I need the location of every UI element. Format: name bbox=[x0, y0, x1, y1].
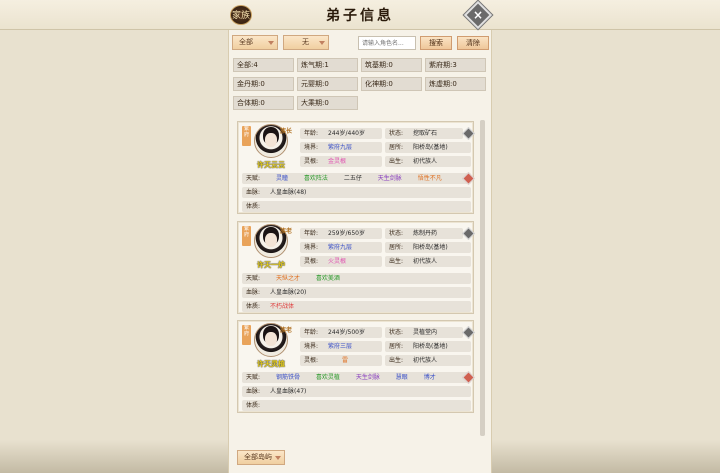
age-field: 年龄: 259岁/650岁 bbox=[300, 228, 382, 239]
status-field: 状态: 灵植堂内 bbox=[385, 327, 463, 338]
talent-item: 天生剑脉 bbox=[377, 175, 402, 182]
close-icon: × bbox=[472, 8, 484, 22]
dropdown-value: 全部岛屿 bbox=[244, 453, 272, 461]
stage-count-all[interactable]: 全部:4 bbox=[233, 58, 294, 72]
secondary-filter-dropdown[interactable]: 无 bbox=[283, 35, 329, 50]
talent-item: 悟性不凡 bbox=[417, 175, 442, 182]
residence-field: 居所: 阳桥岛(基地) bbox=[385, 242, 471, 253]
root-field: 灵根: 金灵根 bbox=[300, 156, 382, 167]
disciple-portrait: 紫府 族老 许天一炉 bbox=[240, 224, 298, 272]
talent-item: 天生剑脉 bbox=[355, 374, 380, 381]
bloodline-field: 血脉: 人皇血脉(48) bbox=[242, 187, 471, 198]
realm-field: 境界: 紫府九层 bbox=[300, 142, 382, 153]
chevron-down-icon bbox=[275, 456, 281, 460]
dropdown-value: 全部 bbox=[239, 38, 253, 46]
info-icon[interactable] bbox=[462, 127, 475, 140]
page-title: 弟子信息 bbox=[326, 8, 394, 24]
stage-count-fusion[interactable]: 合体期:0 bbox=[233, 96, 294, 110]
talent-item: 慧眼 bbox=[395, 374, 408, 381]
stage-count-mahayana[interactable]: 大乘期:0 bbox=[297, 96, 358, 110]
status-field: 状态: 炼制丹药 bbox=[385, 228, 463, 239]
bloodline-field: 血脉: 人皇血脉(47) bbox=[242, 386, 471, 397]
residence-field: 居所: 阳桥岛(基地) bbox=[385, 142, 471, 153]
birth-field: 出生: 初代族人 bbox=[385, 355, 471, 366]
birth-field: 出生: 初代族人 bbox=[385, 256, 471, 267]
stage-count-golden-core[interactable]: 金丹期:0 bbox=[233, 77, 294, 91]
status-field: 状态: 挖取矿石 bbox=[385, 128, 463, 139]
stage-tag: 紫府 bbox=[242, 226, 251, 246]
disciple-portrait: 紫府 族老 许天灵植 bbox=[240, 323, 298, 371]
talent-field: 天赋: 灵瞳 喜欢阵法 二五仔 天生剑脉 悟性不凡 bbox=[242, 173, 471, 184]
residence-field: 居所: 阳桥岛(基地) bbox=[385, 341, 471, 352]
disciple-card[interactable]: 紫府 族长 许天云云 年龄: 244岁/440岁 状态: 挖取矿石 境界: 紫府九层 … bbox=[237, 121, 475, 214]
disciple-portrait: 紫府 族长 许天云云 bbox=[240, 124, 298, 172]
stage-count-nascent[interactable]: 元婴期:0 bbox=[297, 77, 358, 91]
stage-filter-dropdown[interactable]: 全部 bbox=[232, 35, 278, 50]
root-field: 灵根: 雷 bbox=[300, 355, 382, 366]
dropdown-value: 无 bbox=[302, 38, 309, 46]
stage-count-zifu[interactable]: 紫府期:3 bbox=[425, 58, 486, 72]
info-icon[interactable] bbox=[462, 326, 475, 339]
stage-tag: 紫府 bbox=[242, 126, 251, 146]
physique-field: 体质: 不朽战体 bbox=[242, 301, 471, 312]
talent-field: 天赋: 天纵之才 喜欢美酒 bbox=[242, 273, 471, 284]
disciple-name: 许天灵植 bbox=[257, 360, 285, 368]
disciple-card[interactable]: 紫府 族老 许天灵植 年龄: 244岁/500岁 状态: 灵植堂内 境界: 紫府三层 … bbox=[237, 320, 475, 413]
stage-tag: 紫府 bbox=[242, 325, 251, 345]
search-button[interactable]: 搜索 bbox=[420, 36, 452, 50]
stage-count-void[interactable]: 炼虚期:0 bbox=[425, 77, 486, 91]
talent-field: 天赋: 钢筋铁骨 喜欢灵植 天生剑脉 慧眼 博才 bbox=[242, 372, 471, 383]
realm-field: 境界: 紫府三层 bbox=[300, 341, 382, 352]
bloodline-field: 血脉: 人皇血脉(20) bbox=[242, 287, 471, 298]
role-badge: 族老 bbox=[280, 228, 293, 235]
scrollbar-thumb[interactable] bbox=[480, 120, 485, 436]
role-badge: 族长 bbox=[280, 128, 293, 135]
list-scrollbar[interactable] bbox=[480, 120, 485, 436]
chevron-down-icon bbox=[319, 41, 325, 45]
physique-field: 体质: bbox=[242, 400, 471, 411]
chevron-down-icon bbox=[268, 41, 274, 45]
info-icon[interactable] bbox=[462, 227, 475, 240]
stage-count-spirit[interactable]: 化神期:0 bbox=[361, 77, 422, 91]
talent-item: 喜欢灵植 bbox=[315, 374, 340, 381]
talent-item: 二五仔 bbox=[343, 175, 362, 182]
age-field: 年龄: 244岁/440岁 bbox=[300, 128, 382, 139]
birth-field: 出生: 初代族人 bbox=[385, 156, 471, 167]
talent-item: 天纵之才 bbox=[275, 275, 300, 282]
talent-item: 喜欢阵法 bbox=[303, 175, 328, 182]
realm-field: 境界: 紫府九层 bbox=[300, 242, 382, 253]
physique-field: 体质: bbox=[242, 201, 471, 212]
talent-item: 灵瞳 bbox=[275, 175, 288, 182]
stage-count-qi[interactable]: 炼气期:1 bbox=[297, 58, 358, 72]
age-field: 年龄: 244岁/500岁 bbox=[300, 327, 382, 338]
stage-count-foundation[interactable]: 筑基期:0 bbox=[361, 58, 422, 72]
root-field: 灵根: 火灵根 bbox=[300, 256, 382, 267]
talent-item: 钢筋铁骨 bbox=[275, 374, 300, 381]
search-input[interactable] bbox=[358, 36, 416, 50]
clan-button[interactable]: 家族 bbox=[230, 5, 252, 25]
disciple-card[interactable]: 紫府 族老 许天一炉 年龄: 259岁/650岁 状态: 炼制丹药 境界: 紫府九层 … bbox=[237, 221, 475, 314]
role-badge: 族老 bbox=[280, 327, 293, 334]
disciple-name: 许天云云 bbox=[257, 161, 285, 169]
talent-item: 喜欢美酒 bbox=[315, 275, 340, 282]
island-filter-dropdown[interactable]: 全部岛屿 bbox=[237, 450, 285, 465]
disciple-name: 许天一炉 bbox=[257, 261, 285, 269]
talent-item: 博才 bbox=[423, 374, 436, 381]
clear-button[interactable]: 清除 bbox=[457, 36, 489, 50]
